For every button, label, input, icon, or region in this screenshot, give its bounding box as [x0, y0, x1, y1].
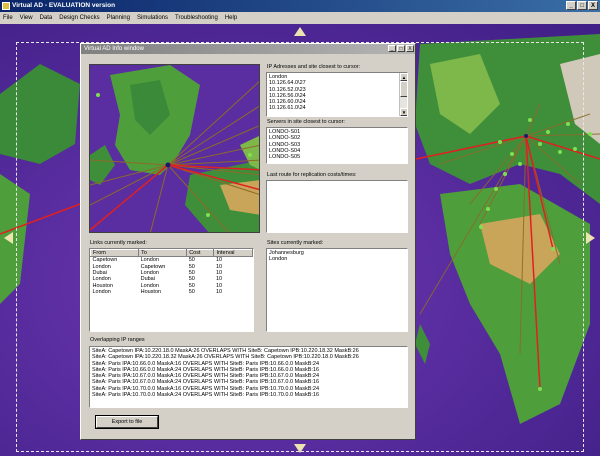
app-title: Virtual AD - EVALUATION version [12, 2, 116, 9]
list-item[interactable]: London [269, 256, 405, 262]
info-window: Virtual AD Info window _ □ X IP Adresses… [80, 43, 416, 440]
cell-cost: 50 [188, 289, 195, 296]
menu-view[interactable]: View [20, 12, 33, 24]
column-header-to[interactable]: To [138, 249, 188, 258]
info-window-title-bar: Virtual AD Info window _ □ X [81, 44, 415, 54]
links-label: Links currently marked: [90, 240, 147, 246]
pan-up-arrow-icon[interactable] [294, 27, 306, 36]
sites-label: Sites currently marked: [267, 240, 324, 246]
list-item[interactable]: SiteA: Paris IPA:10.70.0.0 MaskA:24 OVER… [92, 392, 405, 398]
info-close-button[interactable]: X [406, 45, 414, 52]
column-header-cost[interactable]: Cost [186, 249, 215, 258]
app-title-bar: Virtual AD - EVALUATION version _ □ X [0, 0, 600, 12]
scroll-thumb[interactable] [400, 81, 407, 97]
servers-list[interactable]: LONDO-S01 LONDO-S02 LONDO-S03 LONDO-S04 … [266, 127, 408, 164]
pan-right-arrow-icon[interactable] [586, 232, 595, 244]
links-table-box[interactable]: From To Cost Interval Capetown London 50… [89, 248, 254, 332]
menu-simulations[interactable]: Simulations [137, 12, 168, 24]
route-label: Last route for replication costs/times: [267, 172, 357, 178]
scroll-up-icon[interactable]: ▲ [400, 73, 407, 81]
overlap-list[interactable]: SiteA: Capetown IPA:10.220.18.0 MaskA:26… [89, 346, 408, 408]
cell-to: London [140, 257, 159, 264]
ip-addresses-label: IP Adresses and site closest to cursor: [267, 64, 361, 70]
cell-interval: 10 [215, 257, 223, 264]
cell-from: Capetown [92, 257, 118, 264]
ip-list-scrollbar[interactable]: ▲ ▼ [399, 73, 407, 116]
zoom-map[interactable] [89, 64, 260, 233]
minimize-button[interactable]: _ [566, 1, 576, 10]
table-row[interactable]: Capetown London 50 10 [91, 257, 253, 264]
menu-planning[interactable]: Planning [107, 12, 130, 24]
app-icon [2, 2, 10, 10]
table-row[interactable]: London Houston 50 10 [91, 289, 253, 295]
column-header-interval[interactable]: Interval [213, 249, 253, 258]
export-to-file-button[interactable]: Export to file [96, 416, 158, 428]
menu-file[interactable]: File [3, 12, 13, 24]
list-item[interactable]: SiteA: Capetown IPA:10.220.18.32 MaskA:2… [92, 354, 405, 360]
menu-design-checks[interactable]: Design Checks [59, 12, 99, 24]
links-table: From To Cost Interval Capetown London 50… [90, 249, 253, 296]
close-button[interactable]: X [588, 1, 598, 10]
menu-data[interactable]: Data [40, 12, 53, 24]
cell-cost: 50 [188, 257, 195, 264]
column-header-from[interactable]: From [90, 249, 140, 258]
menu-troubleshooting[interactable]: Troubleshooting [175, 12, 218, 24]
maximize-button[interactable]: □ [577, 1, 587, 10]
info-window-title: Virtual AD Info window [84, 46, 144, 52]
pan-down-arrow-icon[interactable] [294, 444, 306, 453]
route-box[interactable] [266, 180, 408, 233]
list-item[interactable]: LONDO-S05 [269, 154, 405, 160]
menu-help[interactable]: Help [225, 12, 237, 24]
scroll-down-icon[interactable]: ▼ [400, 108, 407, 116]
cell-to: Houston [140, 289, 162, 296]
servers-label: Servers in site closest to cursor: [267, 119, 345, 125]
zoom-map-canvas [90, 65, 259, 232]
sites-list[interactable]: Johannesburg London [266, 248, 408, 332]
info-minimize-button[interactable]: _ [388, 45, 396, 52]
cell-interval: 10 [215, 289, 223, 296]
pan-left-arrow-icon[interactable] [4, 232, 13, 244]
overlap-label: Overlapping IP ranges [90, 337, 145, 343]
info-maximize-button[interactable]: □ [397, 45, 405, 52]
menu-bar: File View Data Design Checks Planning Si… [0, 12, 600, 24]
list-item[interactable]: 10.126.61.0\24 [269, 105, 405, 111]
cell-from: London [92, 289, 111, 296]
ip-address-list[interactable]: London 10.126.64.0\27 10.126.52.0\23 10.… [266, 72, 408, 117]
